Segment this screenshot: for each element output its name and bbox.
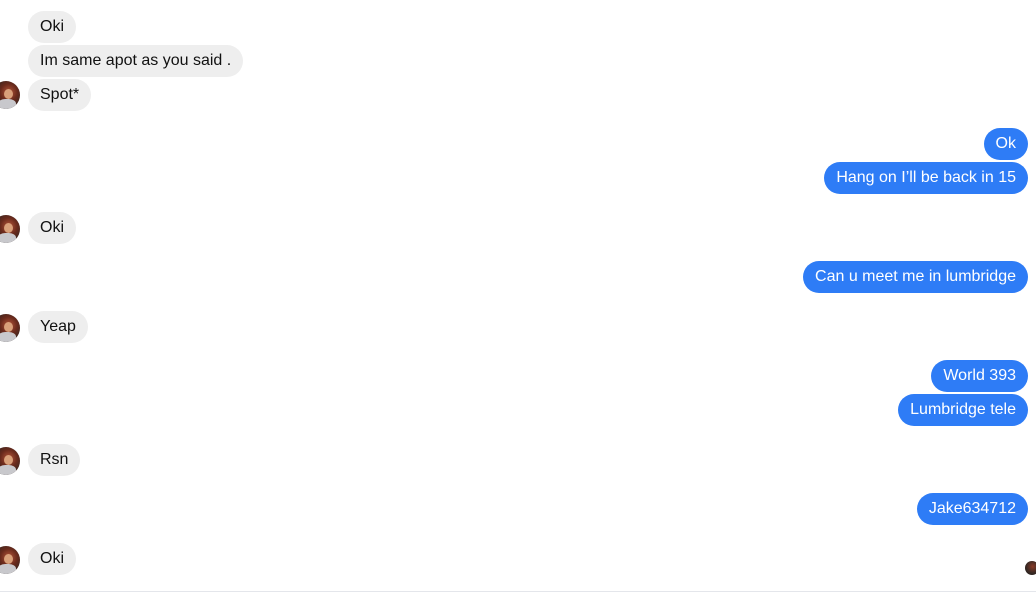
incoming-message[interactable]: Oki bbox=[28, 543, 76, 575]
outgoing-message[interactable]: World 393 bbox=[931, 360, 1028, 392]
outgoing-message[interactable]: Jake634712 bbox=[916, 493, 1028, 525]
contact-avatar[interactable] bbox=[0, 215, 20, 243]
incoming-message[interactable]: Spot* bbox=[28, 79, 92, 111]
outgoing-message[interactable]: Lumbridge tele bbox=[898, 394, 1028, 426]
outgoing-message[interactable]: Ok bbox=[983, 128, 1028, 160]
incoming-message[interactable]: Oki bbox=[28, 212, 76, 244]
outgoing-message[interactable]: Hang on I’ll be back in 15 bbox=[824, 162, 1028, 194]
contact-avatar[interactable] bbox=[0, 546, 20, 574]
composer-divider bbox=[0, 591, 1036, 592]
incoming-message[interactable]: Yeap bbox=[28, 311, 88, 343]
contact-avatar[interactable] bbox=[0, 314, 20, 342]
outgoing-message[interactable]: Can u meet me in lumbridge bbox=[803, 261, 1028, 293]
incoming-message[interactable]: Rsn bbox=[28, 444, 81, 476]
message-thread: Oki Im same apot as you said . Spot* Ok … bbox=[0, 0, 1036, 591]
incoming-message[interactable]: Oki bbox=[28, 11, 76, 43]
contact-avatar[interactable] bbox=[0, 81, 20, 109]
seen-indicator-avatar bbox=[1025, 561, 1036, 575]
incoming-message[interactable]: Im same apot as you said . bbox=[28, 45, 244, 77]
contact-avatar[interactable] bbox=[0, 447, 20, 475]
